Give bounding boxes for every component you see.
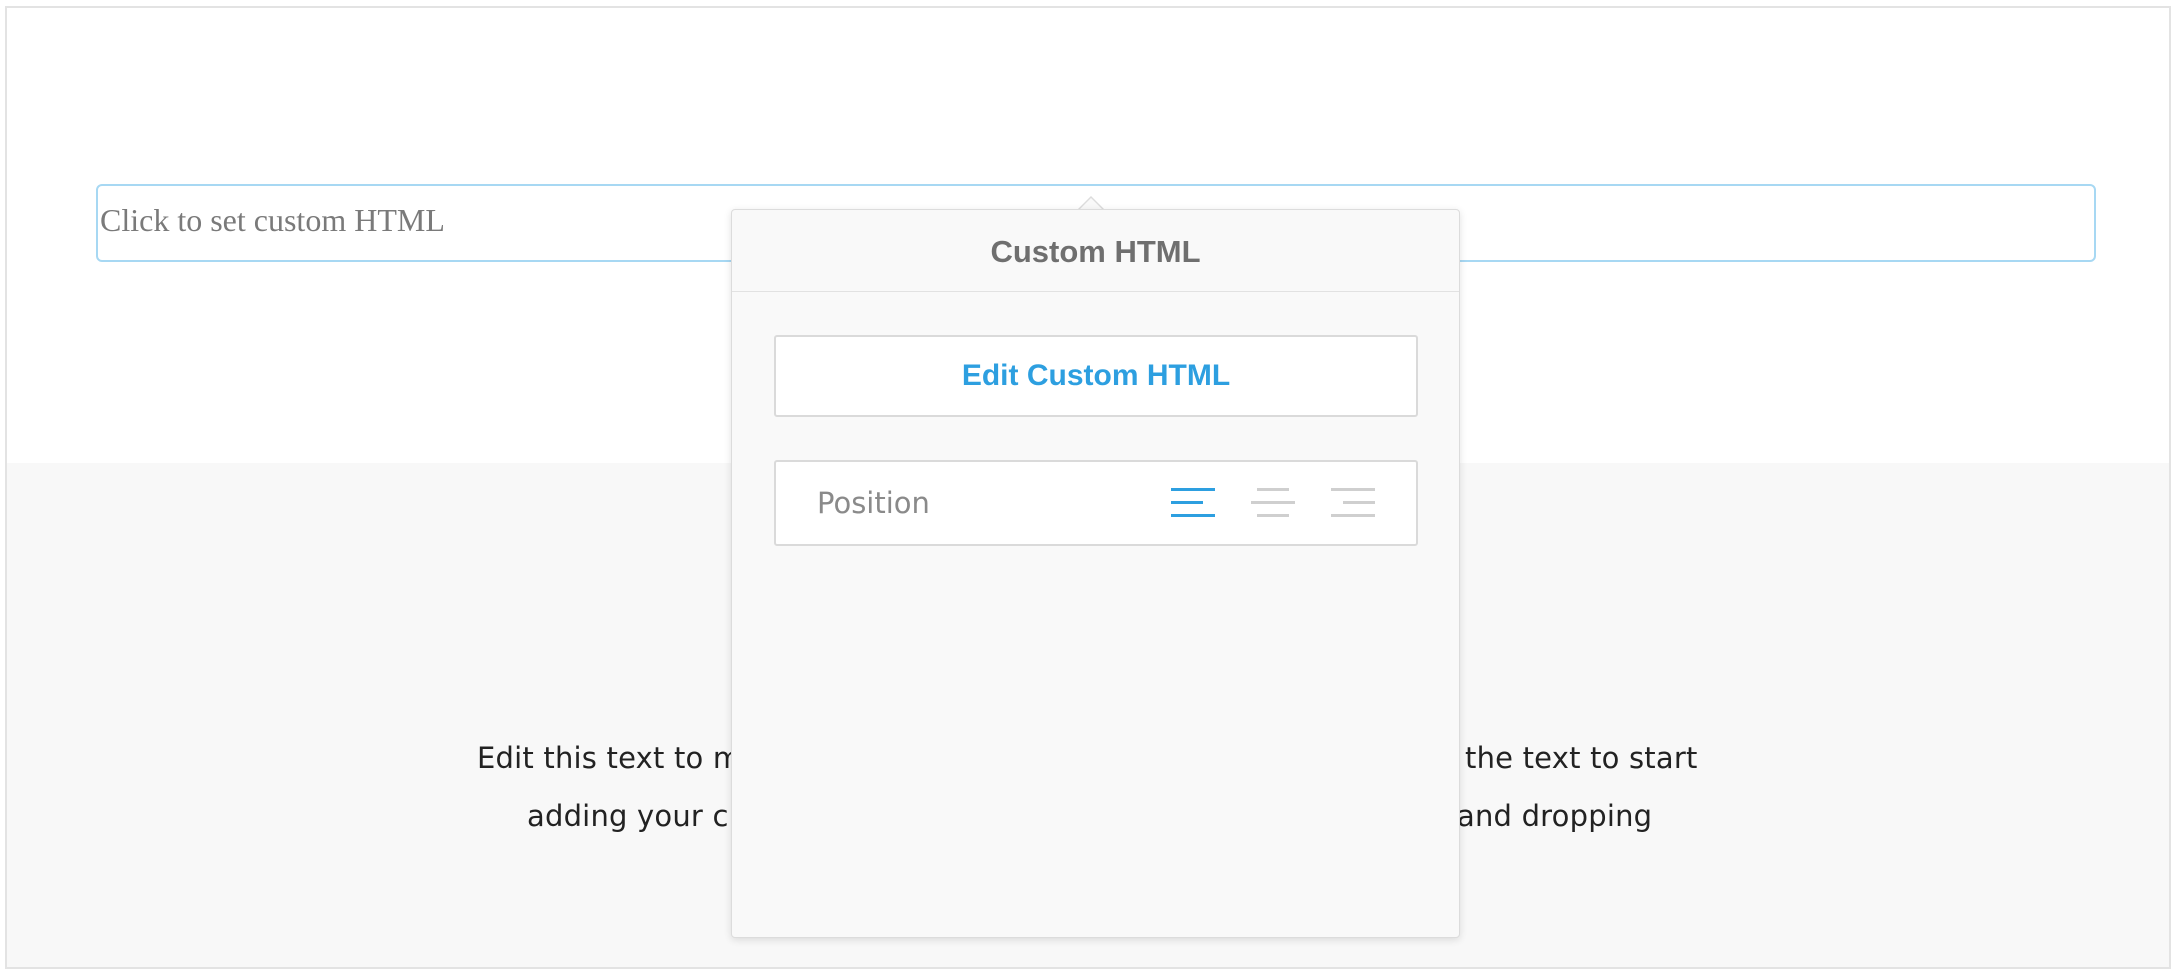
align-right-icon [1331,488,1375,517]
body-text-line-2-right: and dropping [1457,799,1653,833]
custom-html-placeholder: Click to set custom HTML [100,202,445,238]
align-left-button[interactable] [1171,484,1215,522]
popover-title: Custom HTML [732,210,1459,292]
position-control: Position [774,460,1418,546]
align-right-button[interactable] [1331,484,1375,522]
position-label: Position [817,486,930,520]
align-left-icon [1171,488,1215,517]
body-text-line-2-left: adding your c [527,799,729,833]
body-text-line-1-right: the text to start [1465,741,1698,775]
custom-html-popover: Custom HTML Edit Custom HTML Position [731,209,1460,938]
body-text-line-1-left: Edit this text to m [477,741,742,775]
align-center-icon [1251,488,1295,517]
edit-custom-html-button[interactable]: Edit Custom HTML [774,335,1418,417]
align-center-button[interactable] [1251,484,1295,522]
